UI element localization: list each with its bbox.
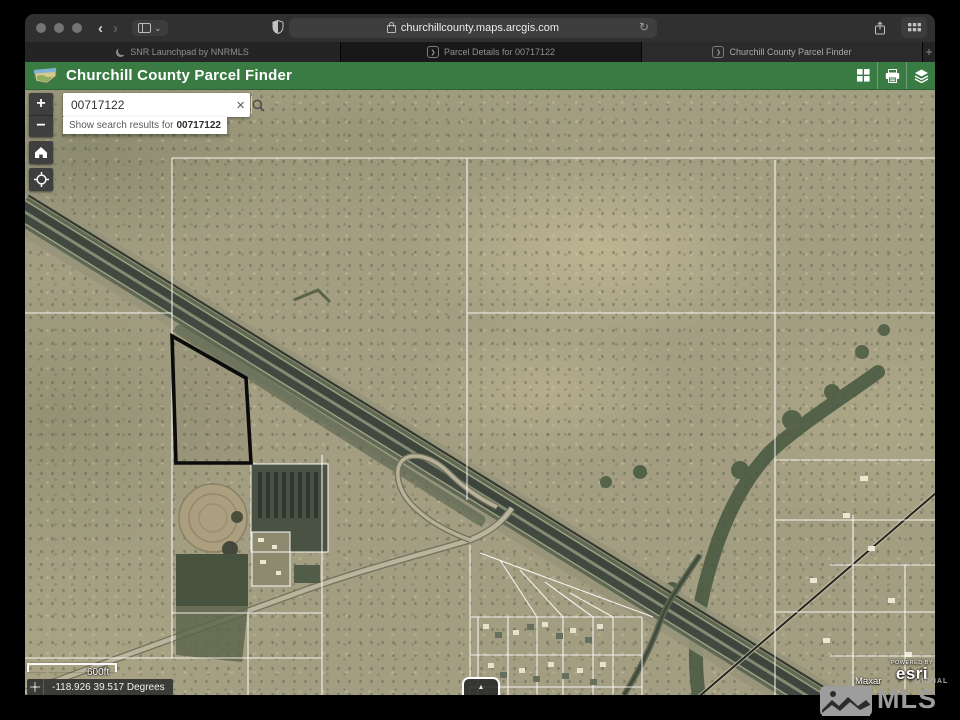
mls-watermark: MLS bbox=[820, 686, 937, 716]
tab-label: Parcel Details for 00717122 bbox=[444, 47, 555, 57]
zoom-controls: + − bbox=[29, 93, 53, 137]
search-icon bbox=[252, 99, 265, 112]
search-submit-button[interactable] bbox=[251, 96, 265, 114]
mls-watermark-text: MLS bbox=[877, 686, 937, 713]
url-text: churchillcounty.maps.arcgis.com bbox=[401, 22, 559, 34]
tab-grid-icon bbox=[908, 23, 921, 32]
forward-icon[interactable]: › bbox=[113, 21, 118, 36]
new-tab-button[interactable]: + bbox=[923, 42, 935, 62]
print-icon bbox=[885, 69, 900, 83]
page-title: Churchill County Parcel Finder bbox=[66, 67, 292, 84]
share-icon bbox=[874, 21, 886, 35]
scale-label: 600ft bbox=[87, 667, 109, 678]
highway bbox=[25, 195, 843, 695]
layers-button[interactable] bbox=[906, 62, 935, 89]
tab-snr-launchpad[interactable]: SNR Launchpad by NNRMLS bbox=[25, 42, 341, 62]
mls-mountain-logo bbox=[820, 686, 872, 716]
coordinates-display: -118.926 39.517 Degrees bbox=[27, 679, 173, 695]
lock-icon bbox=[387, 25, 396, 33]
snr-favicon-icon bbox=[116, 48, 125, 57]
parcel-search-box: ✕ bbox=[63, 93, 250, 117]
tab-label: SNR Launchpad by NNRMLS bbox=[130, 47, 249, 57]
close-window-icon[interactable] bbox=[36, 23, 46, 33]
print-button[interactable] bbox=[877, 62, 906, 89]
arcgis-favicon-icon: ❯ bbox=[427, 46, 439, 58]
browser-titlebar: ‹ › ⌄ churchillcounty.maps.arcgis.com ↻ bbox=[25, 14, 935, 42]
home-button[interactable] bbox=[29, 141, 53, 164]
sidebar-icon bbox=[138, 23, 151, 33]
address-bar[interactable]: churchillcounty.maps.arcgis.com ↻ bbox=[289, 18, 657, 38]
tab-bar: SNR Launchpad by NNRMLS ❯ Parcel Details… bbox=[25, 42, 935, 62]
app-header: Churchill County Parcel Finder bbox=[25, 62, 935, 90]
locate-icon bbox=[34, 172, 49, 187]
search-input[interactable] bbox=[63, 93, 230, 117]
privacy-shield-icon[interactable] bbox=[272, 20, 284, 39]
coordinates-text: -118.926 39.517 Degrees bbox=[44, 682, 173, 693]
suggestion-text: Show search results for bbox=[69, 120, 174, 131]
map-features-layer bbox=[25, 90, 935, 695]
browser-window: ‹ › ⌄ churchillcounty.maps.arcgis.com ↻ bbox=[25, 14, 935, 695]
reload-icon[interactable]: ↻ bbox=[639, 20, 649, 34]
clear-search-icon[interactable]: ✕ bbox=[230, 99, 251, 112]
county-logo bbox=[33, 67, 57, 84]
chevron-down-icon: ⌄ bbox=[154, 26, 162, 30]
suggestion-term: 00717122 bbox=[177, 120, 222, 131]
locate-button[interactable] bbox=[29, 168, 53, 191]
back-icon[interactable]: ‹ bbox=[98, 21, 103, 36]
zoom-out-button[interactable]: − bbox=[29, 116, 53, 138]
map-canvas[interactable]: + − ✕ bbox=[25, 90, 935, 695]
sidebar-toggle-button[interactable]: ⌄ bbox=[132, 20, 168, 36]
home-icon bbox=[34, 146, 48, 159]
town-buildings bbox=[483, 622, 606, 685]
rural-buildings bbox=[810, 476, 912, 657]
watermark-fragment: GIONAL bbox=[915, 678, 948, 685]
maximize-window-icon[interactable] bbox=[72, 23, 82, 33]
search-suggestion[interactable]: Show search results for 00717122 bbox=[63, 117, 227, 134]
tab-overview-button[interactable] bbox=[901, 17, 927, 38]
arcgis-favicon-icon: ❯ bbox=[712, 46, 724, 58]
basemap-grid-icon bbox=[857, 69, 870, 82]
tab-parcel-finder-active[interactable]: ❯ Churchill County Parcel Finder bbox=[642, 42, 923, 62]
tab-label: Churchill County Parcel Finder bbox=[729, 47, 851, 57]
share-button[interactable] bbox=[867, 17, 893, 38]
screenshot-root: { "browser": { "url": "churchillcounty.m… bbox=[0, 0, 960, 720]
attribution-drawer-handle[interactable]: ▲ bbox=[462, 677, 500, 695]
window-controls bbox=[36, 23, 82, 33]
basemap-gallery-button[interactable] bbox=[849, 62, 877, 89]
zoom-in-button[interactable]: + bbox=[29, 93, 53, 116]
minimize-window-icon[interactable] bbox=[54, 23, 64, 33]
layers-icon bbox=[914, 69, 929, 83]
crosshair-icon[interactable] bbox=[27, 679, 44, 695]
tab-parcel-details[interactable]: ❯ Parcel Details for 00717122 bbox=[341, 42, 642, 62]
